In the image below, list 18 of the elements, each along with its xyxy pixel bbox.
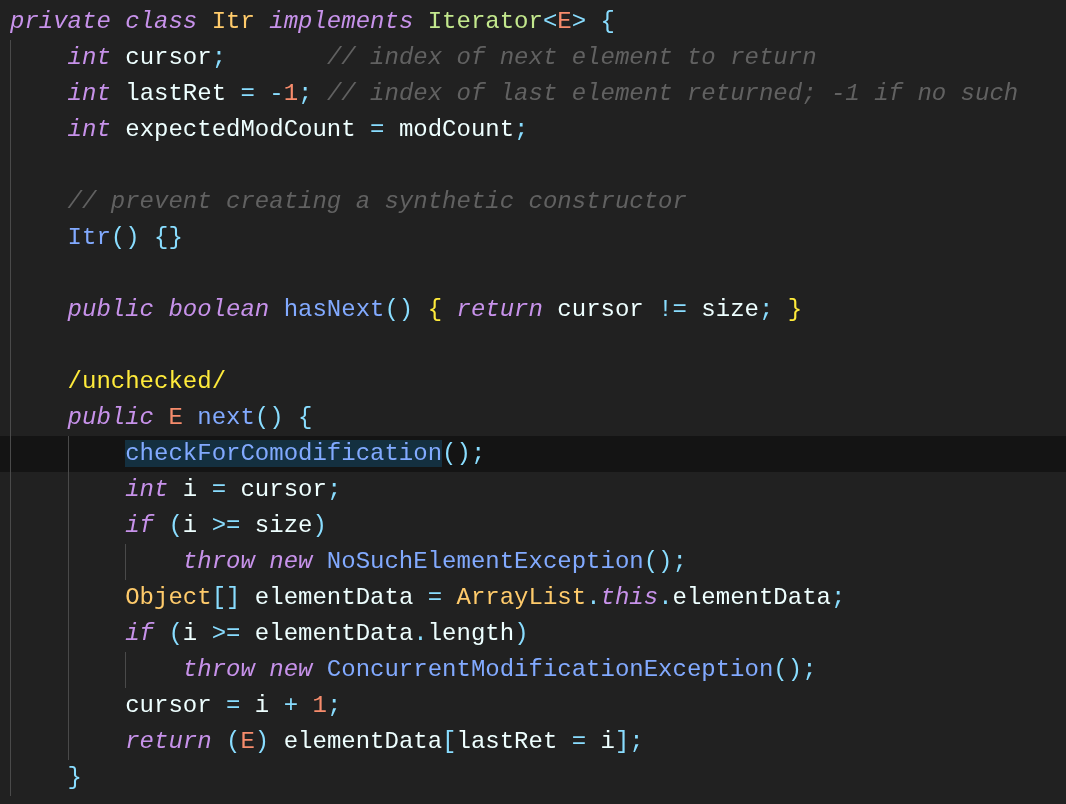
code-line: /unchecked/ [67,367,227,397]
code-line: public E next() { [67,403,313,433]
code-line: int i = cursor; [125,475,342,505]
code-line: int cursor; // index of next element to return [67,43,817,73]
code-line: Itr() {} [67,223,183,253]
code-line: int expectedModCount = modCount; [67,115,529,145]
code-line: public boolean hasNext() { return cursor != size; } [67,295,803,325]
code-line: } [67,763,82,793]
code-line: if (i >= elementData.length) [125,619,529,649]
code-line: return (E) elementData[lastRet = i]; [125,727,644,757]
code-line: Object[] elementData = ArrayList.this.elementData; [125,583,846,613]
code-line: throw new ConcurrentModificationException(); [182,655,817,685]
code-line: cursor = i + 1; [125,691,342,721]
code-line: int lastRet = -1; // index of last element returned; -1 if no such [67,79,1019,109]
code-line: // prevent creating a synthetic constructor [67,187,687,217]
code-line: throw new NoSuchElementException(); [182,547,687,577]
code-line: if (i >= size) [125,511,327,541]
code-line: private class Itr implements Iterator<E> { [10,7,615,37]
